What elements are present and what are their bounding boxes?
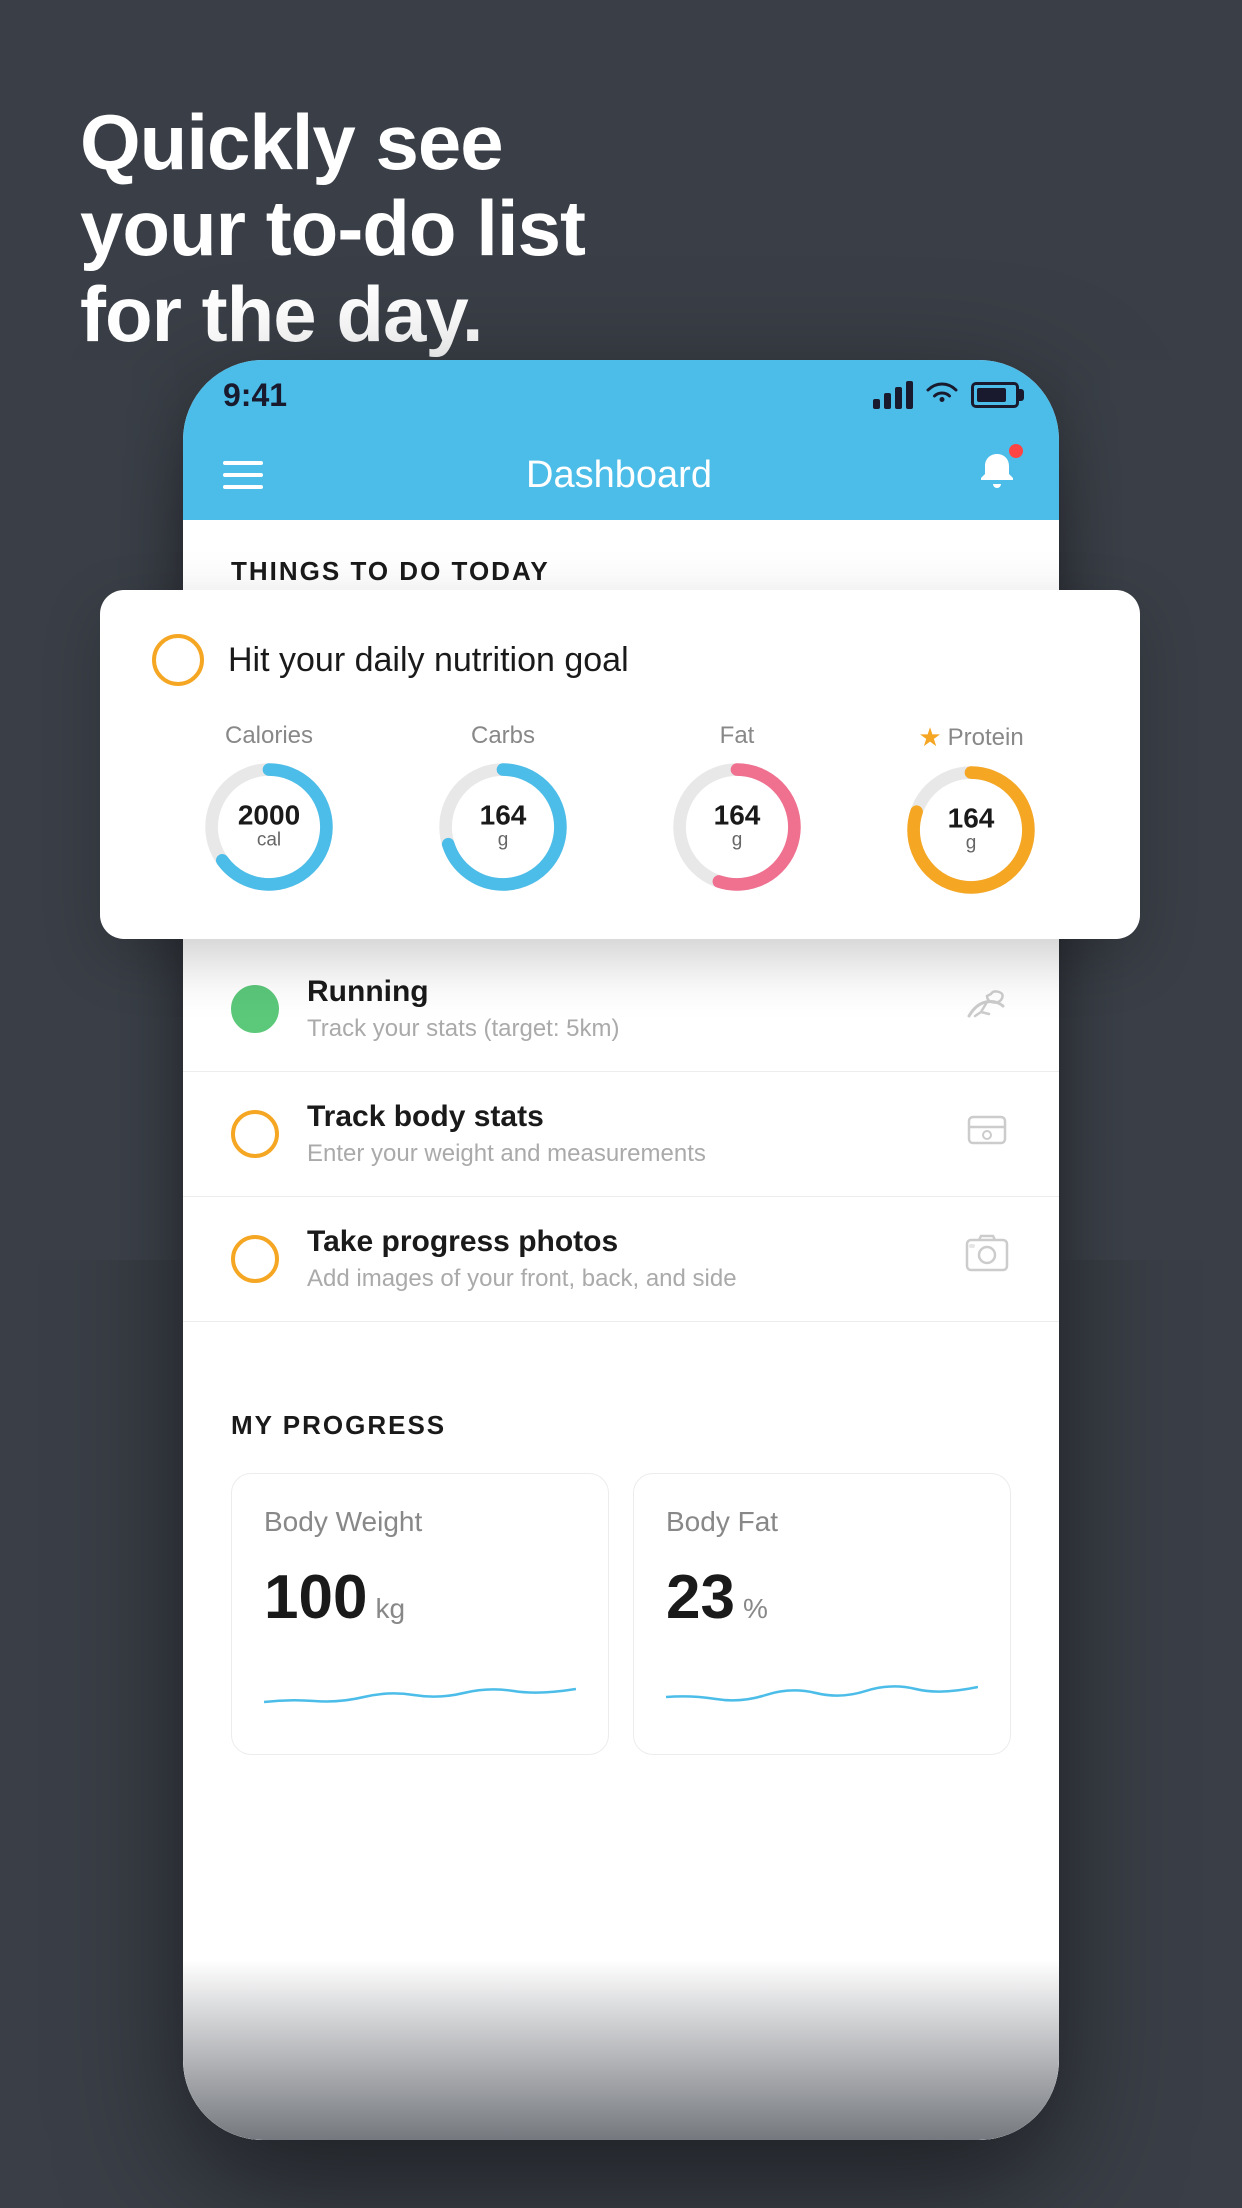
nutrition-calories: Calories 2000 cal bbox=[204, 722, 334, 892]
body-weight-value-row: 100 kg bbox=[264, 1562, 576, 1633]
status-bar: 9:41 bbox=[183, 360, 1059, 430]
signal-icon bbox=[873, 381, 913, 409]
todo-item-running[interactable]: Running Track your stats (target: 5km) bbox=[183, 947, 1059, 1072]
carbs-label: Carbs bbox=[471, 722, 535, 750]
running-icon bbox=[961, 984, 1011, 1034]
todo-title-photos: Take progress photos bbox=[307, 1225, 935, 1259]
progress-cards: Body Weight 100 kg Body Fat 23 % bbox=[231, 1473, 1011, 1755]
fat-donut: 164 g bbox=[672, 762, 802, 892]
todo-subtitle-photos: Add images of your front, back, and side bbox=[307, 1265, 935, 1293]
todo-title-body-stats: Track body stats bbox=[307, 1100, 935, 1134]
nutrition-fat: Fat 164 g bbox=[672, 722, 802, 892]
body-fat-card: Body Fat 23 % bbox=[633, 1473, 1011, 1755]
body-fat-value: 23 bbox=[666, 1562, 735, 1633]
photo-icon bbox=[963, 1230, 1011, 1288]
body-weight-card: Body Weight 100 kg bbox=[231, 1473, 609, 1755]
todo-check-running bbox=[231, 985, 279, 1033]
todo-subtitle-body-stats: Enter your weight and measurements bbox=[307, 1140, 935, 1168]
card-title-row: Hit your daily nutrition goal bbox=[152, 634, 1088, 686]
todo-title-running: Running bbox=[307, 975, 933, 1009]
protein-value: 164 g bbox=[948, 805, 995, 856]
todo-list: Running Track your stats (target: 5km) T… bbox=[183, 947, 1059, 1322]
body-weight-chart bbox=[264, 1657, 576, 1717]
todo-text-running: Running Track your stats (target: 5km) bbox=[307, 975, 933, 1043]
nutrition-carbs: Carbs 164 g bbox=[438, 722, 568, 892]
nutrition-card: Hit your daily nutrition goal Calories 2… bbox=[100, 590, 1140, 939]
progress-section: MY PROGRESS Body Weight 100 kg Body Fat bbox=[183, 1362, 1059, 1803]
todo-check-photos bbox=[231, 1235, 279, 1283]
notification-badge bbox=[1009, 444, 1023, 458]
battery-icon bbox=[971, 382, 1019, 408]
nav-bar: Dashboard bbox=[183, 430, 1059, 520]
progress-header: MY PROGRESS bbox=[231, 1410, 1011, 1441]
body-weight-title: Body Weight bbox=[264, 1506, 576, 1538]
body-fat-title: Body Fat bbox=[666, 1506, 978, 1538]
todo-text-body-stats: Track body stats Enter your weight and m… bbox=[307, 1100, 935, 1168]
todo-subtitle-running: Track your stats (target: 5km) bbox=[307, 1015, 933, 1043]
body-fat-value-row: 23 % bbox=[666, 1562, 978, 1633]
fat-value: 164 g bbox=[714, 802, 761, 853]
body-weight-unit: kg bbox=[375, 1593, 405, 1625]
body-fat-unit: % bbox=[743, 1593, 768, 1625]
body-fat-chart bbox=[666, 1657, 978, 1717]
nutrition-card-title: Hit your daily nutrition goal bbox=[228, 641, 629, 680]
protein-label: Protein bbox=[948, 724, 1024, 752]
star-icon: ★ bbox=[918, 722, 941, 753]
todo-text-photos: Take progress photos Add images of your … bbox=[307, 1225, 935, 1293]
calories-donut: 2000 cal bbox=[204, 762, 334, 892]
wifi-icon bbox=[925, 378, 959, 413]
calories-label: Calories bbox=[225, 722, 313, 750]
status-time: 9:41 bbox=[223, 377, 287, 414]
nav-title: Dashboard bbox=[526, 454, 712, 497]
menu-button[interactable] bbox=[223, 461, 263, 489]
fat-label: Fat bbox=[720, 722, 755, 750]
status-icons bbox=[873, 378, 1019, 413]
calories-value: 2000 cal bbox=[238, 802, 300, 853]
phone-bottom-fade bbox=[183, 1960, 1059, 2140]
nutrition-protein: ★ Protein 164 g bbox=[906, 722, 1036, 895]
nutrition-check-circle[interactable] bbox=[152, 634, 204, 686]
todo-check-body-stats bbox=[231, 1110, 279, 1158]
notification-button[interactable] bbox=[975, 448, 1019, 502]
nutrition-row: Calories 2000 cal Carbs bbox=[152, 722, 1088, 895]
carbs-donut: 164 g bbox=[438, 762, 568, 892]
todo-item-body-stats[interactable]: Track body stats Enter your weight and m… bbox=[183, 1072, 1059, 1197]
scale-icon bbox=[963, 1105, 1011, 1163]
protein-label-row: ★ Protein bbox=[918, 722, 1023, 753]
headline: Quickly see your to-do list for the day. bbox=[80, 100, 585, 357]
protein-donut: 164 g bbox=[906, 765, 1036, 895]
todo-item-photos[interactable]: Take progress photos Add images of your … bbox=[183, 1197, 1059, 1322]
body-weight-value: 100 bbox=[264, 1562, 367, 1633]
carbs-value: 164 g bbox=[480, 802, 527, 853]
